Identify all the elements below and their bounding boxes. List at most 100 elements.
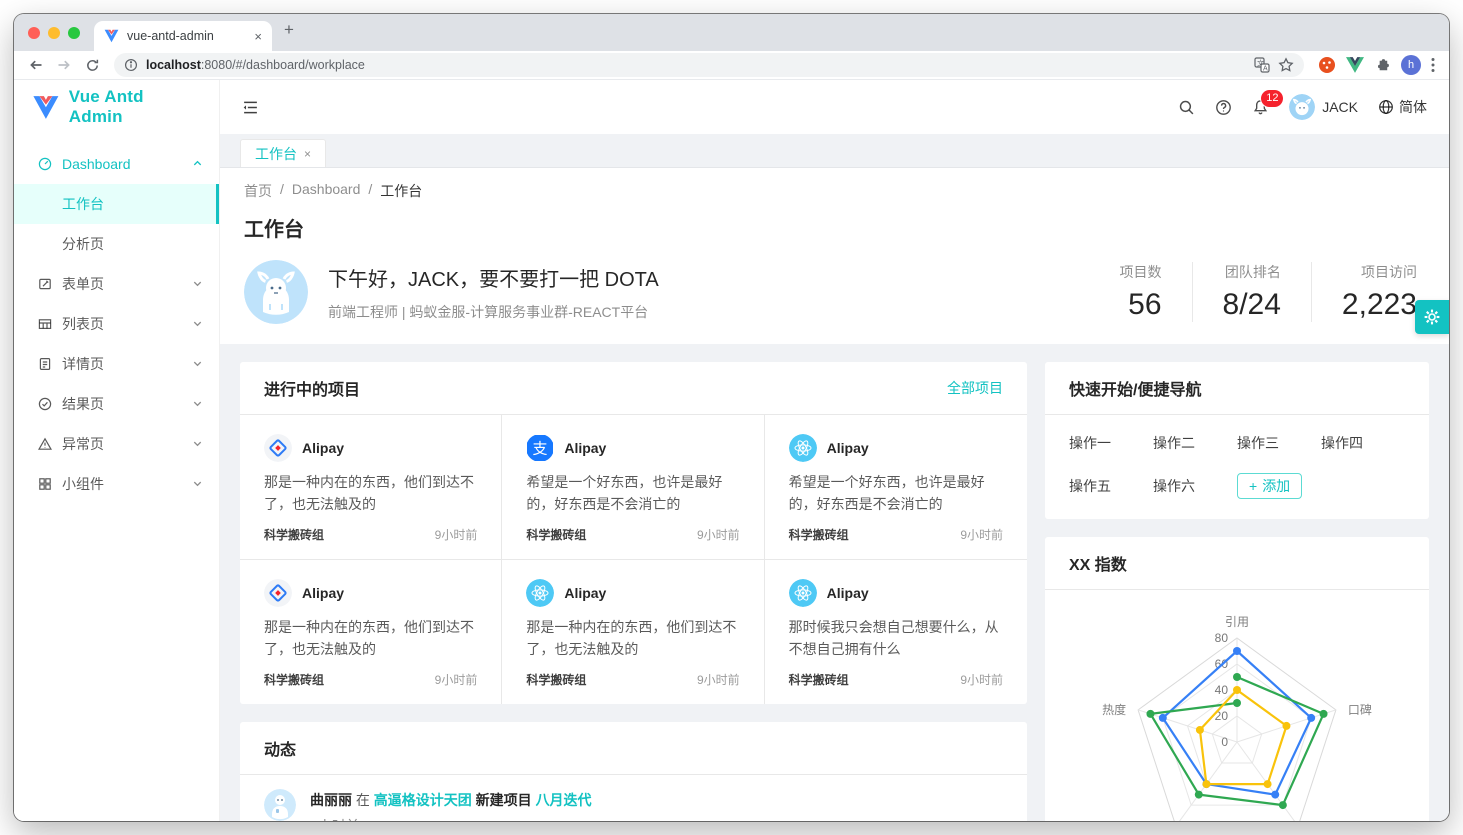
vue-devtools-icon[interactable] [1346, 57, 1364, 73]
sidebar-item-label: 工作台 [62, 194, 104, 214]
app-logo-text: Vue Antd Admin [69, 87, 201, 127]
page-tab-close-icon[interactable]: × [304, 147, 311, 161]
radar-card-title: XX 指数 [1069, 551, 1127, 575]
reload-icon[interactable] [80, 53, 104, 77]
user-name: JACK [1322, 99, 1358, 115]
translate-icon[interactable]: 文A [1254, 57, 1270, 73]
activity-team-link[interactable]: 高逼格设计天团 [374, 792, 472, 808]
project-card[interactable]: Alipay 那时候我只会想自己想要什么，从不想自己拥有什么 科学搬砖组 9小时… [765, 560, 1027, 704]
activity-user[interactable]: 曲丽丽 [310, 792, 352, 808]
sidebar-item-analysis[interactable]: 分析页 [14, 224, 219, 264]
project-group-link[interactable]: 科学搬砖组 [264, 526, 324, 543]
theme-settings-button[interactable] [1415, 300, 1449, 334]
check-circle-icon [38, 397, 52, 411]
project-group-link[interactable]: 科学搬砖组 [264, 671, 324, 688]
quicknav-op-5[interactable]: 操作五 [1069, 476, 1153, 496]
projects-card: 进行中的项目 全部项目 Alipay 那是一种内在的东西，他们到达不了，也无法 [240, 362, 1027, 704]
forward-icon[interactable] [52, 53, 76, 77]
sidebar-item-exception[interactable]: 异常页 [14, 424, 219, 464]
all-projects-link[interactable]: 全部项目 [947, 378, 1003, 398]
breadcrumb-separator: / [280, 181, 284, 201]
breadcrumb-home[interactable]: 首页 [244, 181, 272, 201]
stat-value: 56 [1120, 288, 1162, 322]
minimize-window-button[interactable] [48, 27, 60, 39]
sidebar-item-form[interactable]: 表单页 [14, 264, 219, 304]
svg-text:80: 80 [1215, 631, 1229, 645]
notifications[interactable]: 12 [1252, 99, 1269, 116]
activity-action: 新建项目 [476, 792, 532, 808]
project-group-link[interactable]: 科学搬砖组 [789, 671, 849, 688]
tab-close-icon[interactable]: × [254, 29, 262, 44]
vue-favicon-icon [104, 29, 119, 43]
quicknav-op-2[interactable]: 操作二 [1153, 433, 1237, 453]
help-icon[interactable] [1215, 99, 1232, 116]
sidebar-item-workbench[interactable]: 工作台 [14, 184, 219, 224]
appstore-icon [38, 477, 52, 491]
back-icon[interactable] [24, 53, 48, 77]
maximize-window-button[interactable] [68, 27, 80, 39]
radar-chart-svg: 020406080引用口碑产量贡献热度 [1045, 596, 1429, 821]
project-time: 9小时前 [960, 526, 1003, 543]
sidebar-item-label: 详情页 [62, 354, 104, 374]
project-card[interactable]: 支 Alipay 希望是一个好东西，也许是最好的，好东西是不会消亡的 科学搬砖组… [502, 415, 764, 560]
quicknav-op-3[interactable]: 操作三 [1237, 433, 1321, 453]
project-card[interactable]: Alipay 那是一种内在的东西，他们到达不了，也无法触及的 科学搬砖组 9小时… [502, 560, 764, 704]
bookmark-star-icon[interactable] [1278, 57, 1294, 73]
add-button[interactable]: + 添加 [1237, 473, 1302, 499]
project-card[interactable]: Alipay 希望是一个好东西，也许是最好的，好东西是不会消亡的 科学搬砖组 9… [765, 415, 1027, 560]
site-info-icon[interactable] [124, 58, 138, 72]
project-group-link[interactable]: 科学搬砖组 [789, 526, 849, 543]
project-card[interactable]: Alipay 那是一种内在的东西，他们到达不了，也无法触及的 科学搬砖组 9小时… [240, 415, 502, 560]
app-logo[interactable]: Vue Antd Admin [14, 80, 219, 134]
browser-tab-title: vue-antd-admin [127, 29, 246, 43]
project-desc: 希望是一个好东西，也许是最好的，好东西是不会消亡的 [526, 472, 739, 516]
browser-window: vue-antd-admin × + localhost:8080/#/dash… [14, 14, 1449, 821]
page-tab-bar: 工作台 × [220, 134, 1449, 168]
browser-tab-strip: vue-antd-admin × + [14, 14, 1449, 51]
url-bar[interactable]: localhost:8080/#/dashboard/workplace 文A [114, 53, 1304, 77]
chevron-down-icon [192, 436, 203, 452]
activity-card: 动态 曲丽丽 在 高逼格设计天团 新建项目 [240, 722, 1027, 821]
sidebar-item-result[interactable]: 结果页 [14, 384, 219, 424]
radar-card: XX 指数 020406080引用口碑产量贡献热度 abc [1045, 537, 1429, 821]
sidebar-collapse-icon[interactable] [242, 99, 259, 116]
profile-icon [38, 357, 52, 371]
page-tab-workbench[interactable]: 工作台 × [240, 139, 326, 167]
sidebar-item-detail[interactable]: 详情页 [14, 344, 219, 384]
project-name: Alipay [564, 440, 606, 456]
greeting-text: 下午好，JACK，要不要打一把 DOTA [328, 263, 659, 292]
language-switch[interactable]: 简体 [1378, 97, 1427, 117]
notification-badge: 12 [1261, 90, 1283, 107]
project-group-link[interactable]: 科学搬砖组 [526, 671, 586, 688]
page-scroll-area[interactable]: 首页 / Dashboard / 工作台 工作台 下午好，JACK，要不要打一把… [220, 168, 1449, 821]
browser-profile-avatar[interactable]: h [1401, 55, 1421, 75]
stat-label: 团队排名 [1223, 262, 1281, 282]
sidebar-item-dashboard[interactable]: Dashboard [14, 144, 219, 184]
svg-text:0: 0 [1221, 735, 1228, 749]
close-window-button[interactable] [28, 27, 40, 39]
breadcrumb-section[interactable]: Dashboard [292, 181, 361, 201]
project-card[interactable]: Alipay 那是一种内在的东西，他们到达不了，也无法触及的 科学搬砖组 9小时… [240, 560, 502, 704]
activity-target-link[interactable]: 八月迭代 [536, 792, 592, 808]
add-button-label: 添加 [1262, 476, 1290, 496]
extensions-puzzle-icon[interactable] [1374, 57, 1391, 74]
url-path: :8080/#/dashboard/workplace [201, 58, 365, 72]
project-group-link[interactable]: 科学搬砖组 [526, 526, 586, 543]
browser-menu-icon[interactable] [1431, 57, 1435, 73]
table-icon [38, 317, 52, 331]
sidebar-item-list[interactable]: 列表页 [14, 304, 219, 344]
sidebar-item-widget[interactable]: 小组件 [14, 464, 219, 504]
new-tab-button[interactable]: + [284, 20, 294, 40]
globe-icon [1378, 99, 1394, 115]
chevron-down-icon [192, 276, 203, 292]
quicknav-op-1[interactable]: 操作一 [1069, 433, 1153, 453]
svg-text:引用: 引用 [1225, 615, 1249, 629]
user-menu[interactable]: JACK [1289, 94, 1358, 120]
browser-tab[interactable]: vue-antd-admin × [94, 21, 272, 51]
quicknav-op-4[interactable]: 操作四 [1321, 433, 1405, 453]
quicknav-op-6[interactable]: 操作六 [1153, 476, 1237, 496]
gear-icon [1422, 307, 1442, 327]
extension-orange-icon[interactable] [1318, 56, 1336, 74]
search-icon[interactable] [1178, 99, 1195, 116]
language-label: 简体 [1399, 97, 1427, 117]
